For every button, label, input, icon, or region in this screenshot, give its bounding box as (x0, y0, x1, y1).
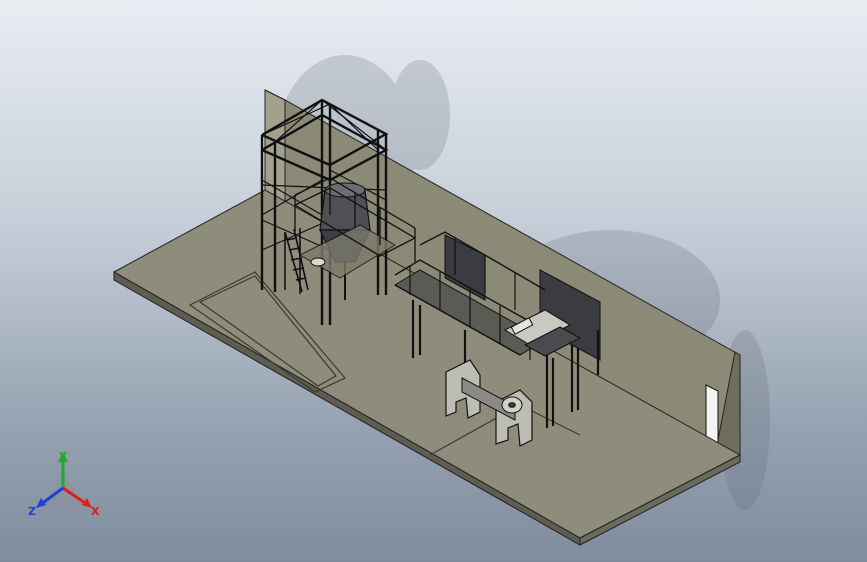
x-axis-label: X (91, 505, 100, 518)
y-axis-label: Y (58, 450, 68, 463)
z-axis-label: Z (28, 505, 36, 518)
wall-door[interactable] (705, 384, 719, 446)
model-view[interactable]: Y X Z (0, 0, 867, 562)
coordinate-triad: Y X Z (28, 450, 100, 518)
cad-viewport[interactable]: Y X Z (0, 0, 867, 562)
